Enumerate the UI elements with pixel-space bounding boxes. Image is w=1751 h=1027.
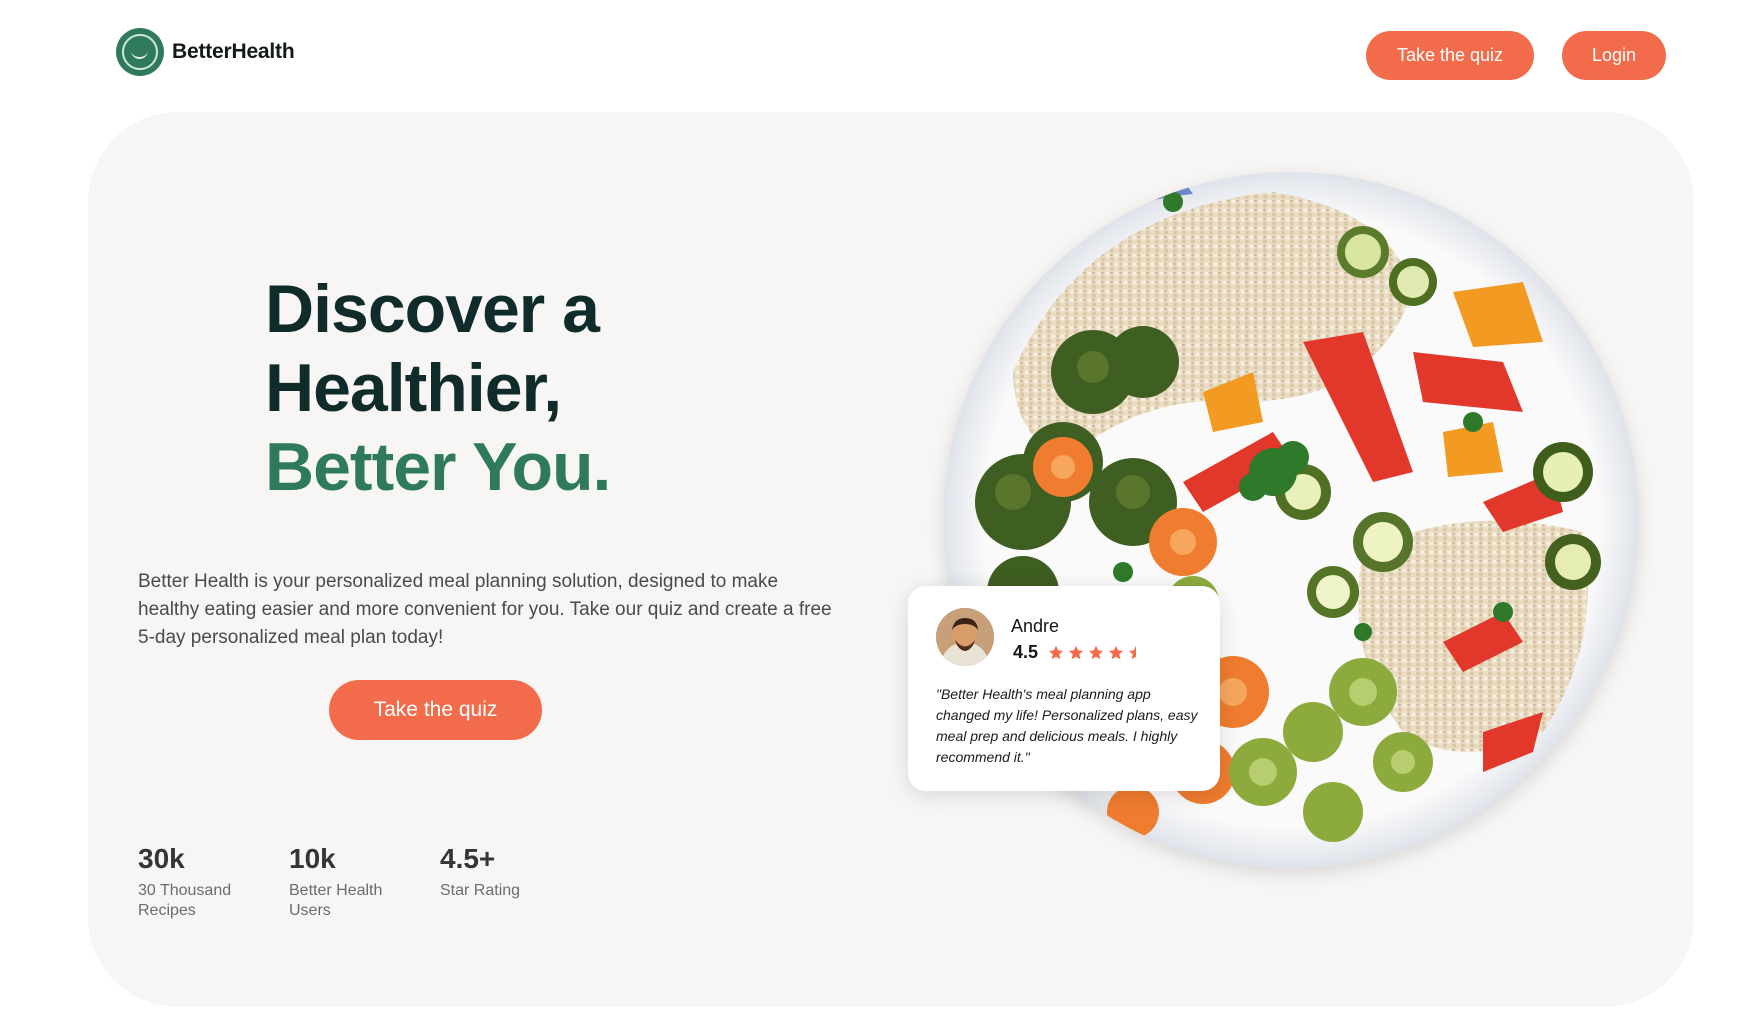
smile-logo-icon: [116, 28, 164, 76]
review-card: Andre 4.5 "Better Health's meal planning…: [908, 586, 1220, 791]
site-header: BetterHealth Take the quiz Login: [0, 0, 1751, 110]
brand-logo[interactable]: BetterHealth: [116, 28, 295, 76]
stats-row: 30k 30 Thousand Recipes 10k Better Healt…: [138, 843, 591, 921]
stat-value: 30k: [138, 843, 185, 874]
headline-accent: Better You.: [265, 429, 611, 505]
reviewer-name: Andre: [1011, 616, 1060, 636]
star-icon: [1108, 645, 1124, 659]
review-quote: "Better Health's meal planning app chang…: [936, 686, 1198, 765]
hero-headline: Discover a Healthier, Better You.: [265, 270, 611, 507]
star-icon: [1088, 645, 1104, 659]
headline-line-1: Discover a: [265, 271, 600, 347]
star-icon: [1068, 645, 1084, 659]
stat-rating: 4.5+ Star Rating: [440, 843, 591, 921]
rating-row: 4.5: [1013, 642, 1144, 663]
star-icon: [1048, 645, 1064, 659]
hero-description: Better Health is your personalized meal …: [138, 571, 832, 648]
nav-take-quiz-button[interactable]: Take the quiz: [1366, 31, 1534, 80]
stat-label: Star Rating: [440, 882, 521, 899]
star-icon: [1128, 645, 1137, 659]
stat-label: Better Health Users: [289, 882, 383, 919]
hero-take-quiz-button[interactable]: Take the quiz: [329, 680, 542, 740]
star-rating: [1048, 645, 1144, 661]
login-button[interactable]: Login: [1562, 31, 1666, 80]
stat-value: 4.5+: [440, 843, 496, 874]
headline-line-2: Healthier,: [265, 350, 562, 426]
stat-users: 10k Better Health Users: [289, 843, 440, 921]
rating-value: 4.5: [1013, 642, 1039, 662]
stat-value: 10k: [289, 843, 336, 874]
stat-recipes: 30k 30 Thousand Recipes: [138, 843, 289, 921]
stat-label: 30 Thousand Recipes: [138, 882, 232, 919]
brand-name: BetterHealth: [172, 40, 295, 63]
reviewer-avatar: [936, 608, 994, 666]
